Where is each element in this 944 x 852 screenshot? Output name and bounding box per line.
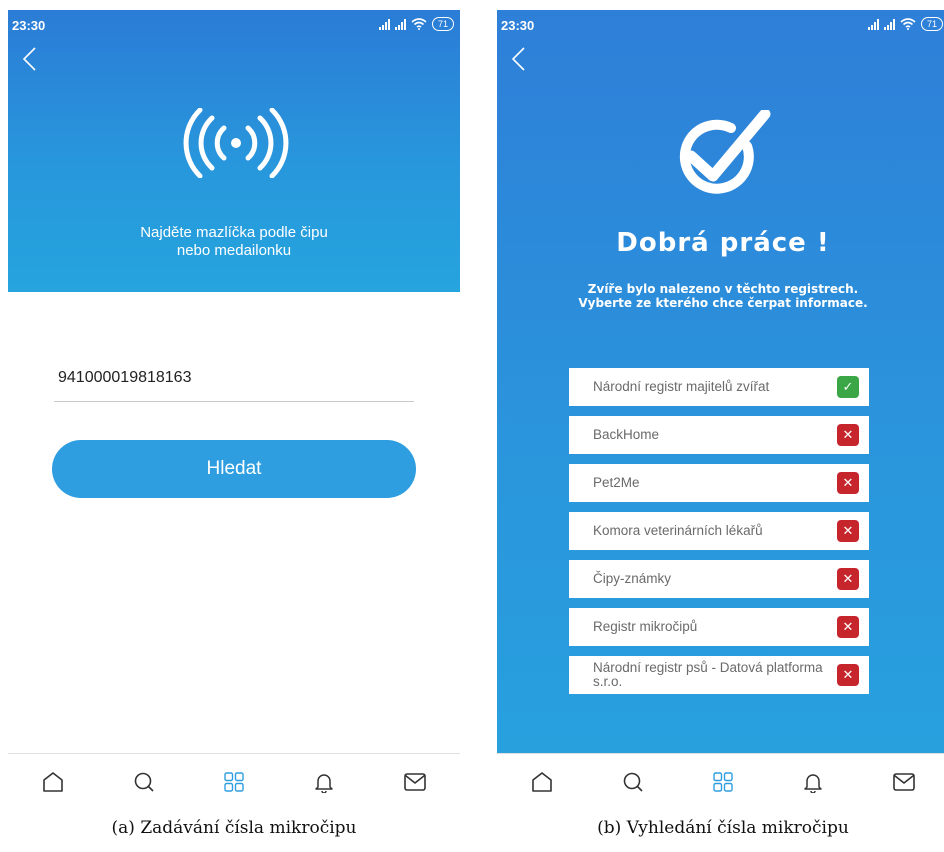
- nav-grid[interactable]: [219, 767, 249, 797]
- check-circle-icon: [679, 110, 771, 194]
- nav-search[interactable]: [129, 767, 159, 797]
- home-icon: [43, 772, 63, 792]
- figure-caption-a: (a) Zadávání čísla mikročipu: [111, 818, 357, 838]
- registry-name: Komora veterinárních lékařů: [593, 523, 763, 538]
- battery-indicator: 71: [920, 17, 943, 31]
- figure-caption-b: (b) Vyhledání čísla mikročipu: [597, 818, 849, 838]
- status-icons: 71: [378, 17, 454, 31]
- status-bar: 23:30 71: [497, 10, 944, 42]
- nav-grid[interactable]: [708, 767, 738, 797]
- status-time: 23:30: [12, 18, 46, 33]
- success-title: Dobrá práce !: [616, 228, 830, 258]
- registry-row-pet2me[interactable]: Pet2Me ✕: [569, 464, 869, 502]
- search-button[interactable]: Hledat: [52, 440, 416, 498]
- bell-icon: [804, 774, 823, 793]
- search-icon: [623, 772, 643, 792]
- signal-icon: [378, 18, 390, 30]
- registry-name: BackHome: [593, 427, 660, 442]
- hero-banner: 23:30 71 Najděte mazlíčka podle čipu neb…: [8, 10, 460, 292]
- cross-icon: ✕: [837, 424, 859, 446]
- home-icon: [532, 772, 552, 792]
- cross-icon: ✕: [837, 568, 859, 590]
- nav-messages[interactable]: [400, 767, 430, 797]
- registry-row-registr-mikrocipu[interactable]: Registr mikročipů ✕: [569, 608, 869, 646]
- cross-icon: ✕: [837, 520, 859, 542]
- cross-icon: ✕: [837, 616, 859, 638]
- signal-icon: [867, 18, 879, 30]
- bottom-nav: [497, 753, 944, 810]
- registry-name: Registr mikročipů: [593, 619, 698, 634]
- back-button[interactable]: [507, 44, 529, 74]
- registry-row-narodni-registr-majitelu[interactable]: Národní registr majitelů zvířat ✓: [569, 368, 869, 406]
- nav-home[interactable]: [527, 767, 557, 797]
- status-bar: 23:30 71: [8, 10, 460, 42]
- registry-row-cipy-znamky[interactable]: Čipy-známky ✕: [569, 560, 869, 598]
- check-icon: ✓: [837, 376, 859, 398]
- screen-chip-entry: 23:30 71 Najděte mazlíčka podle čipu neb…: [8, 10, 460, 810]
- registry-row-backhome[interactable]: BackHome ✕: [569, 416, 869, 454]
- signal-icon: [883, 18, 895, 30]
- mail-icon: [892, 773, 915, 791]
- bell-icon: [315, 774, 334, 793]
- cross-icon: ✕: [837, 664, 859, 686]
- nav-notifications[interactable]: [798, 767, 828, 797]
- hero-caption: Najděte mazlíčka podle čipu nebo medailo…: [8, 224, 460, 260]
- hero-caption-line1: Najděte mazlíčka podle čipu: [140, 224, 328, 241]
- registry-list: Národní registr majitelů zvířat ✓ BackHo…: [569, 368, 869, 704]
- wifi-icon: [900, 18, 916, 30]
- signal-icon: [394, 18, 406, 30]
- grid-icon: [224, 772, 244, 792]
- registry-row-komora-veterinarnich-lekaru[interactable]: Komora veterinárních lékařů ✕: [569, 512, 869, 550]
- screen-search-results: 23:30 71 Dobrá práce ! Zvíře bylo naleze…: [497, 10, 944, 810]
- success-message: Zvíře bylo nalezeno v těchto registrech.…: [578, 282, 868, 310]
- hero-caption-line2: nebo medailonku: [176, 242, 292, 259]
- registry-name: Národní registr majitelů zvířat: [593, 379, 770, 394]
- search-icon: [134, 772, 154, 792]
- nav-search[interactable]: [618, 767, 648, 797]
- nav-home[interactable]: [38, 767, 68, 797]
- battery-indicator: 71: [431, 17, 454, 31]
- registry-name: Národní registr psů - Datová platforma s…: [593, 660, 823, 689]
- wifi-icon: [411, 18, 427, 30]
- cross-icon: ✕: [837, 472, 859, 494]
- registry-name: Čipy-známky: [593, 571, 672, 586]
- rfid-signal-icon: [183, 108, 289, 178]
- grid-icon: [713, 772, 733, 792]
- bottom-nav: [8, 753, 460, 810]
- registry-row-narodni-registr-psu[interactable]: Národní registr psů - Datová platforma s…: [569, 656, 869, 694]
- nav-messages[interactable]: [889, 767, 919, 797]
- status-icons: 71: [867, 17, 943, 31]
- registry-name: Pet2Me: [593, 475, 640, 490]
- status-time: 23:30: [501, 18, 535, 33]
- nav-notifications[interactable]: [309, 767, 339, 797]
- back-button[interactable]: [18, 44, 40, 74]
- mail-icon: [403, 773, 426, 791]
- chip-number-input[interactable]: [54, 354, 414, 402]
